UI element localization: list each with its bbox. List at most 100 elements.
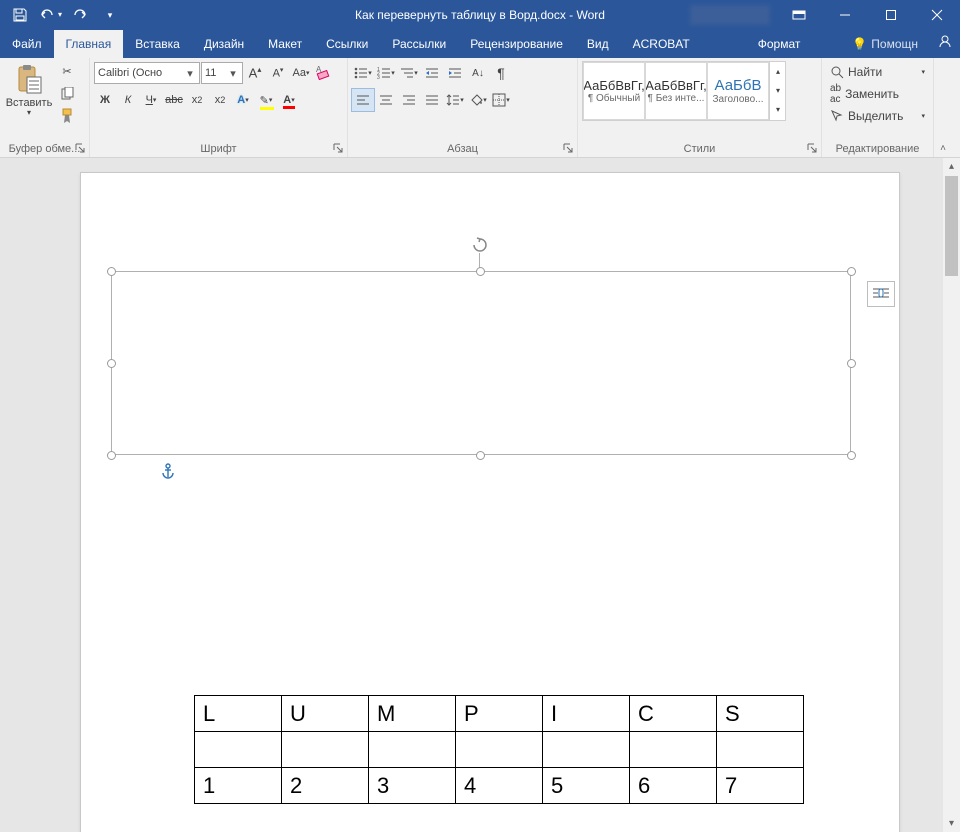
tab-home[interactable]: Главная [54, 30, 124, 58]
underline-button[interactable]: Ч▾ [140, 89, 162, 111]
font-group-label: Шрифт [200, 143, 236, 155]
handle-br[interactable] [847, 451, 856, 460]
grow-font-button[interactable]: A▴ [244, 62, 266, 84]
text-effects-button[interactable]: A▾ [232, 89, 254, 111]
user-account-blurred[interactable] [690, 5, 770, 25]
rotate-handle[interactable] [470, 235, 490, 255]
show-marks-button[interactable]: ¶ [490, 62, 512, 84]
decrease-indent-button[interactable] [421, 62, 443, 84]
document-page[interactable]: L U M P I C S 1 2 3 4 [80, 172, 900, 832]
document-table[interactable]: L U M P I C S 1 2 3 4 [194, 695, 804, 804]
svg-text:A: A [316, 66, 322, 74]
handle-tl[interactable] [107, 267, 116, 276]
borders-button[interactable]: ▾ [490, 89, 512, 111]
align-left-button[interactable] [352, 89, 374, 111]
handle-mr[interactable] [847, 359, 856, 368]
select-button[interactable]: Выделить▾ [826, 105, 929, 127]
font-family-combo[interactable]: Calibri (Осно▾ [94, 62, 200, 84]
copy-button[interactable] [56, 83, 78, 105]
tab-file[interactable]: Файл [0, 30, 54, 58]
handle-bl[interactable] [107, 451, 116, 460]
bullets-button[interactable]: ▾ [352, 62, 374, 84]
shading-button[interactable]: ▾ [467, 89, 489, 111]
layout-options-button[interactable] [867, 281, 895, 307]
bucket-icon [469, 93, 483, 107]
scroll-up-button[interactable]: ▴ [943, 158, 960, 175]
tab-format[interactable]: Формат [746, 30, 813, 58]
subscript-button[interactable]: x2 [186, 89, 208, 111]
tab-insert[interactable]: Вставка [123, 30, 192, 58]
paste-button[interactable]: Вставить ▾ [4, 61, 54, 137]
strikethrough-button[interactable]: abc [163, 89, 185, 111]
font-size-combo[interactable]: 11▾ [201, 62, 243, 84]
sort-button[interactable]: A↓ [467, 62, 489, 84]
styles-launcher[interactable] [805, 141, 819, 155]
paragraph-launcher[interactable] [561, 141, 575, 155]
replace-icon: abac [830, 83, 841, 105]
styles-expand[interactable]: ▾ [770, 100, 786, 119]
find-button[interactable]: Найти▾ [826, 61, 929, 83]
styles-row-up[interactable]: ▴ [770, 62, 786, 81]
style-heading1[interactable]: АаБбВ Заголово... [707, 62, 769, 120]
tab-view[interactable]: Вид [575, 30, 621, 58]
justify-button[interactable] [421, 89, 443, 111]
increase-indent-button[interactable] [444, 62, 466, 84]
font-color-button[interactable]: A▾ [278, 89, 300, 111]
undo-button[interactable]: ▾ [36, 0, 64, 30]
style-no-spacing[interactable]: АаБбВвГг, ¶ Без инте... [645, 62, 707, 120]
cut-button[interactable]: ✂ [56, 61, 78, 83]
change-case-button[interactable]: Aa▾ [290, 62, 312, 84]
layout-options-icon [872, 286, 890, 302]
text-frame-selected[interactable] [111, 271, 851, 455]
ribbon-display-options[interactable] [776, 0, 822, 30]
save-button[interactable] [6, 0, 34, 30]
close-button[interactable] [914, 0, 960, 30]
tell-me[interactable]: 💡 Помощн [840, 30, 930, 58]
clipboard-group-label: Буфер обме... [9, 143, 81, 155]
multilevel-icon [400, 67, 414, 79]
tab-review[interactable]: Рецензирование [458, 30, 575, 58]
handle-bc[interactable] [476, 451, 485, 460]
replace-button[interactable]: abac Заменить [826, 83, 929, 105]
anchor-icon[interactable] [161, 463, 175, 484]
maximize-button[interactable] [868, 0, 914, 30]
handle-tc[interactable] [476, 267, 485, 276]
vertical-scrollbar[interactable]: ▴ ▾ [943, 158, 960, 832]
italic-button[interactable]: К [117, 89, 139, 111]
qat-customize[interactable]: ▾ [96, 0, 124, 30]
format-painter-button[interactable] [56, 105, 78, 127]
align-right-button[interactable] [398, 89, 420, 111]
clear-formatting-button[interactable]: A [313, 62, 335, 84]
scroll-thumb[interactable] [945, 176, 958, 276]
handle-ml[interactable] [107, 359, 116, 368]
clipboard-icon [13, 63, 45, 95]
clipboard-launcher[interactable] [73, 141, 87, 155]
tab-design[interactable]: Дизайн [192, 30, 256, 58]
bold-button[interactable]: Ж [94, 89, 116, 111]
align-center-button[interactable] [375, 89, 397, 111]
highlight-button[interactable]: ✎▾ [255, 89, 277, 111]
multilevel-list-button[interactable]: ▾ [398, 62, 420, 84]
svg-text:3: 3 [377, 75, 380, 79]
eraser-icon: A [316, 66, 332, 80]
minimize-button[interactable] [822, 0, 868, 30]
handle-tr[interactable] [847, 267, 856, 276]
line-spacing-button[interactable]: ▾ [444, 89, 466, 111]
tab-references[interactable]: Ссылки [314, 30, 380, 58]
collapse-ribbon-button[interactable]: ˄ [934, 58, 952, 157]
scissors-icon: ✂ [62, 67, 71, 78]
redo-button[interactable] [66, 0, 94, 30]
font-launcher[interactable] [331, 141, 345, 155]
style-normal[interactable]: АаБбВвГг, ¶ Обычный [583, 62, 645, 120]
superscript-button[interactable]: x2 [209, 89, 231, 111]
share-button[interactable] [930, 30, 960, 58]
brush-icon [60, 108, 74, 124]
scroll-down-button[interactable]: ▾ [943, 815, 960, 832]
tab-acrobat[interactable]: ACROBAT [621, 30, 702, 58]
numbering-button[interactable]: 123▾ [375, 62, 397, 84]
tab-mailings[interactable]: Рассылки [380, 30, 458, 58]
paragraph-group-label: Абзац [447, 143, 478, 155]
shrink-font-button[interactable]: A▾ [267, 62, 289, 84]
styles-row-down[interactable]: ▾ [770, 81, 786, 100]
tab-layout[interactable]: Макет [256, 30, 314, 58]
